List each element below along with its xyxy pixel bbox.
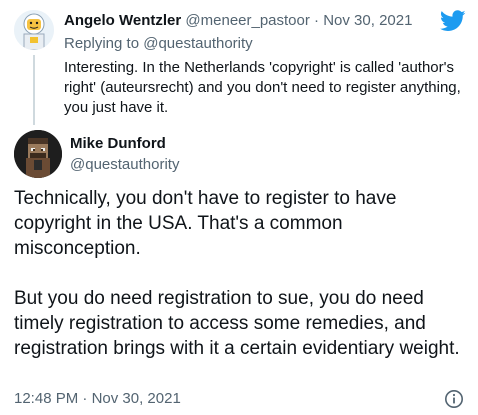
replying-handle[interactable]: @questauthority <box>143 35 252 52</box>
replying-label: Replying to <box>64 35 140 52</box>
main-author-handle[interactable]: @questauthority <box>70 155 179 175</box>
main-avatar[interactable] <box>14 130 62 178</box>
tweet-time: 12:48 PM <box>14 390 79 407</box>
tweet-date: Nov 30, 2021 <box>91 390 181 407</box>
parent-separator: · <box>314 12 320 29</box>
parent-avatar[interactable] <box>14 10 54 50</box>
info-icon[interactable] <box>444 389 464 409</box>
timestamp-separator: · <box>82 390 88 407</box>
twitter-bird-icon[interactable] <box>440 10 466 32</box>
parent-tweet[interactable]: Angelo Wentzler @meneer_pastoor · Nov 30… <box>0 0 478 125</box>
tweet-timestamp[interactable]: 12:48 PM · Nov 30, 2021 <box>14 389 181 409</box>
replying-to: Replying to @questauthority <box>64 34 253 54</box>
parent-header: Angelo Wentzler @meneer_pastoor · Nov 30… <box>64 11 412 31</box>
main-tweet-text: Technically, you don't have to register … <box>14 186 469 361</box>
tweet-paragraph: Technically, you don't have to register … <box>14 188 397 259</box>
parent-author-handle[interactable]: @meneer_pastoor <box>185 12 309 29</box>
parent-author-name[interactable]: Angelo Wentzler <box>64 12 181 29</box>
main-author-name[interactable]: Mike Dunford <box>70 134 166 154</box>
thread-line <box>33 55 35 125</box>
parent-date[interactable]: Nov 30, 2021 <box>323 12 412 29</box>
parent-tweet-text: Interesting. In the Netherlands 'copyrig… <box>64 59 461 116</box>
main-tweet-author: Mike Dunford @questauthority <box>0 125 478 180</box>
tweet-paragraph: But you do need registration to sue, you… <box>14 288 460 359</box>
